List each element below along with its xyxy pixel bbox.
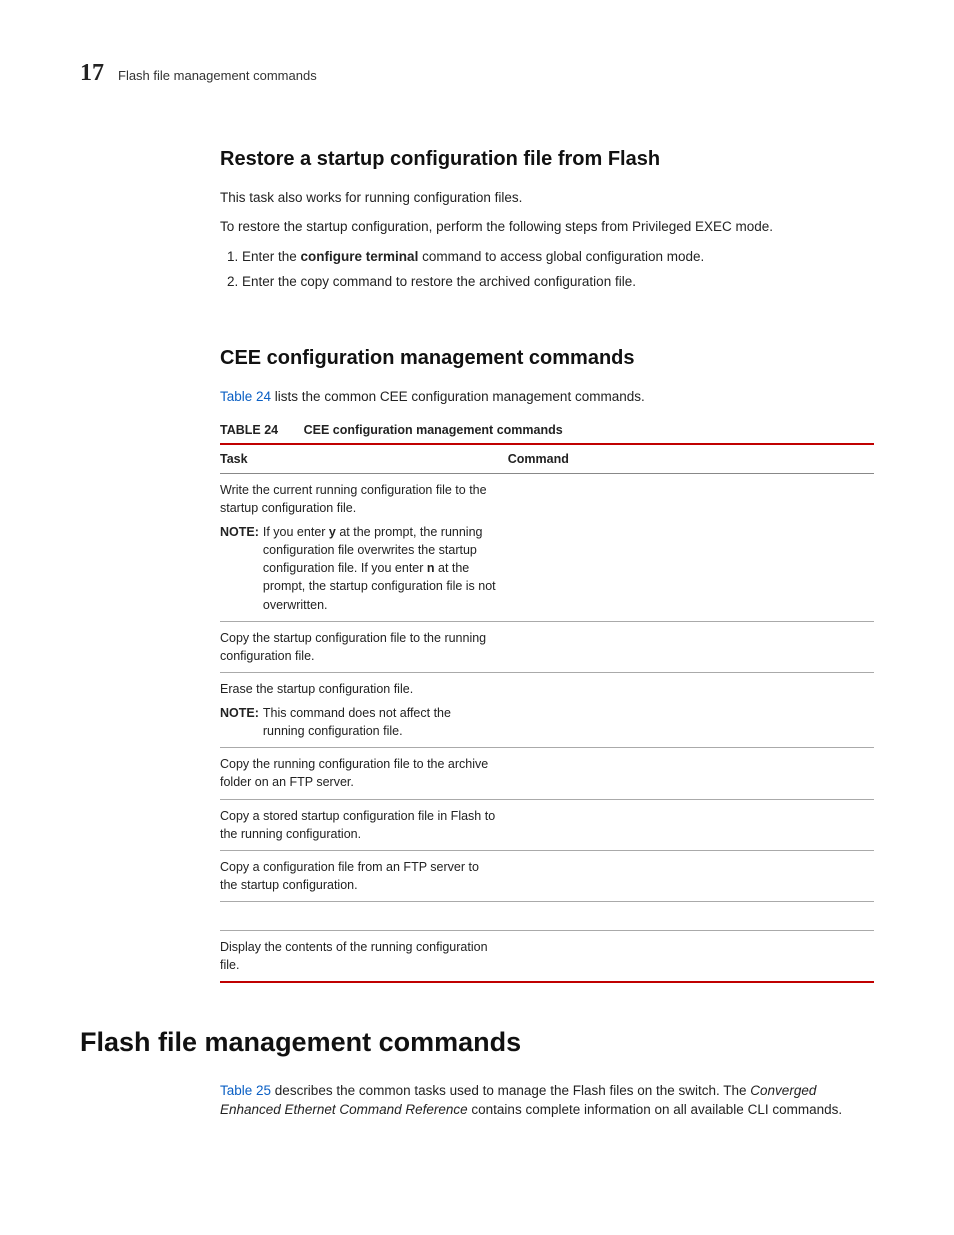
step-item: Enter the copy command to restore the ar… xyxy=(242,272,874,292)
column-header-command: Command xyxy=(508,444,874,474)
note-body: This command does not affect the running… xyxy=(263,704,496,740)
paragraph: Table 25 describes the common tasks used… xyxy=(220,1081,874,1120)
cee-commands-table: Task Command Write the current running c… xyxy=(220,443,874,984)
task-text: Erase the startup configuration file. xyxy=(220,680,496,698)
table-row: Erase the startup configuration file. NO… xyxy=(220,672,874,747)
paragraph-text: describes the common tasks used to manag… xyxy=(271,1083,750,1098)
paragraph: To restore the startup configuration, pe… xyxy=(220,217,874,237)
table-row: Copy the startup configuration file to t… xyxy=(220,621,874,672)
paragraph: This task also works for running configu… xyxy=(220,188,874,208)
task-text: Write the current running configuration … xyxy=(220,481,496,517)
command-literal: configure terminal xyxy=(301,249,419,264)
table-row: Display the contents of the running conf… xyxy=(220,931,874,983)
table-row: Copy the running configuration file to t… xyxy=(220,748,874,799)
table-caption: TABLE 24 CEE configuration management co… xyxy=(220,421,874,439)
section-heading-cee: CEE configuration management commands xyxy=(220,344,874,373)
table-cross-ref[interactable]: Table 25 xyxy=(220,1083,271,1098)
task-text: Copy the startup configuration file to t… xyxy=(220,621,508,672)
note-label: NOTE: xyxy=(220,523,259,614)
table-row-spacer xyxy=(220,902,874,931)
paragraph-text: contains complete information on all ava… xyxy=(468,1102,842,1117)
table-row: Copy a configuration file from an FTP se… xyxy=(220,850,874,901)
running-head-text: Flash file management commands xyxy=(118,67,317,86)
table-cross-ref[interactable]: Table 24 xyxy=(220,389,271,404)
step-item: Enter the configure terminal command to … xyxy=(242,247,874,267)
paragraph: Table 24 lists the common CEE configurat… xyxy=(220,387,874,407)
table-row: Copy a stored startup configuration file… xyxy=(220,799,874,850)
step-text: command to access global configuration m… xyxy=(418,249,704,264)
paragraph-text: lists the common CEE configuration manag… xyxy=(271,389,645,404)
note-body: If you enter y at the prompt, the runnin… xyxy=(263,523,496,614)
chapter-number: 17 xyxy=(80,56,104,91)
table-number: TABLE 24 xyxy=(220,423,278,437)
ordered-steps: Enter the configure terminal command to … xyxy=(220,247,874,292)
section-heading-flash: Flash file management commands xyxy=(80,1023,874,1062)
keystroke: y xyxy=(329,525,336,539)
table-row: Write the current running configuration … xyxy=(220,473,874,621)
section-heading-restore: Restore a startup configuration file fro… xyxy=(220,145,874,174)
task-text: Display the contents of the running conf… xyxy=(220,931,508,983)
task-text: Copy the running configuration file to t… xyxy=(220,748,508,799)
note-label: NOTE: xyxy=(220,704,259,740)
note-text: If you enter xyxy=(263,525,329,539)
task-text: Copy a stored startup configuration file… xyxy=(220,799,508,850)
running-head: 17 Flash file management commands xyxy=(80,56,874,91)
task-text: Copy a configuration file from an FTP se… xyxy=(220,850,508,901)
keystroke: n xyxy=(427,561,435,575)
step-text: Enter the xyxy=(242,249,301,264)
table-title: CEE configuration management commands xyxy=(304,423,563,437)
column-header-task: Task xyxy=(220,444,508,474)
